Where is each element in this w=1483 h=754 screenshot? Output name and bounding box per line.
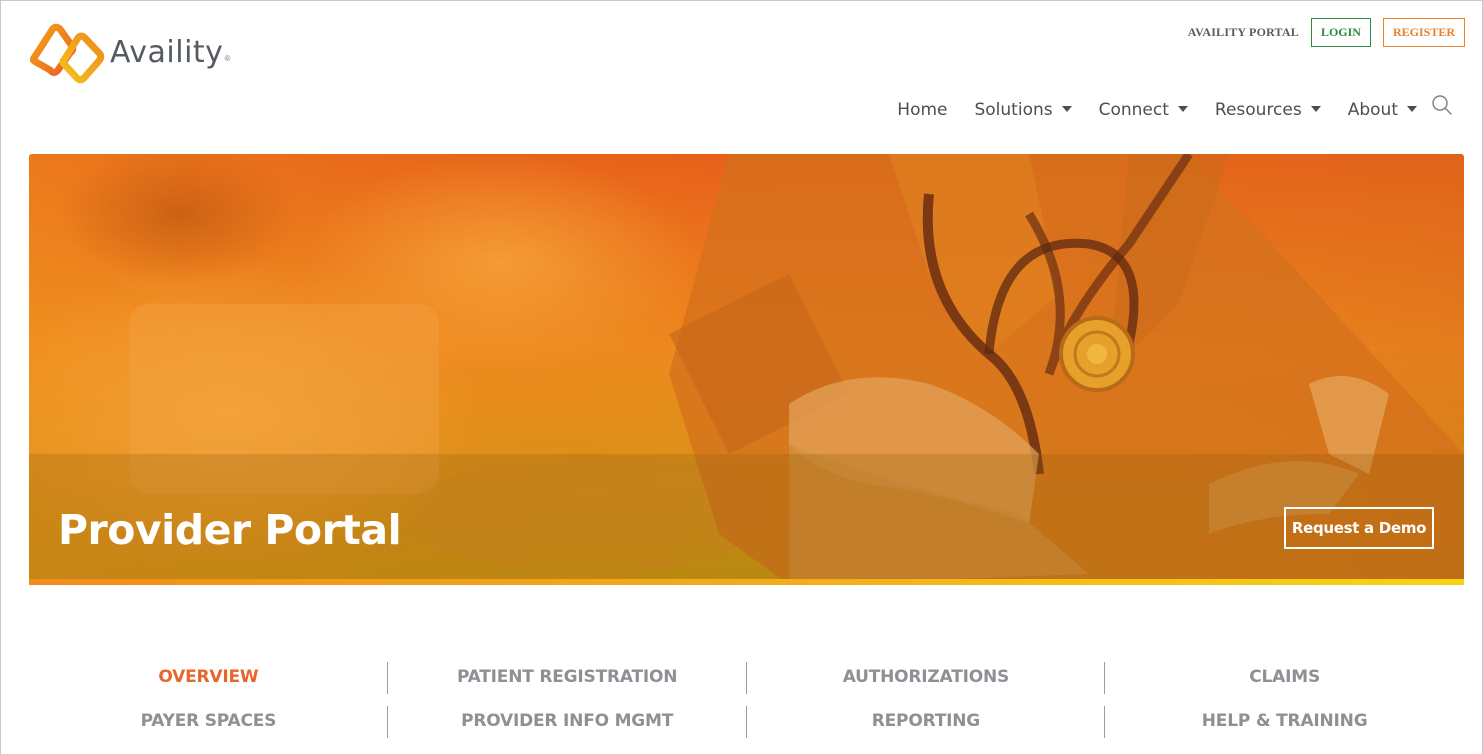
caret-down-icon	[1061, 106, 1072, 112]
tab-row-2: PAYER SPACES PROVIDER INFO MGMT REPORTIN…	[29, 699, 1464, 743]
brand-name: Availity	[110, 34, 224, 70]
nav-home[interactable]: Home	[897, 100, 947, 120]
caret-down-icon	[1177, 106, 1188, 112]
main-nav: Home Solutions Connect Resources About	[870, 95, 1453, 120]
availity-portal-link[interactable]: AVAILITY PORTAL	[1188, 25, 1299, 40]
tab-help-training[interactable]: HELP & TRAINING	[1105, 711, 1464, 731]
availity-logo-icon	[30, 23, 105, 84]
tab-authorizations[interactable]: AUTHORIZATIONS	[747, 662, 1106, 694]
nav-connect[interactable]: Connect	[1099, 100, 1188, 120]
login-button[interactable]: LOGIN	[1310, 18, 1371, 47]
search-icon[interactable]	[1431, 94, 1453, 116]
tab-claims[interactable]: CLAIMS	[1105, 667, 1464, 687]
nav-home-label: Home	[897, 100, 948, 120]
nav-resources-label: Resources	[1214, 100, 1302, 120]
hero-banner: Provider Portal Request a Demo	[29, 154, 1464, 585]
registered-mark: ®	[224, 53, 231, 63]
register-button[interactable]: REGISTER	[1382, 18, 1465, 47]
caret-down-icon	[1407, 106, 1417, 112]
tab-provider-info-mgmt[interactable]: PROVIDER INFO MGMT	[388, 706, 747, 738]
tab-row-1: OVERVIEW PATIENT REGISTRATION AUTHORIZAT…	[29, 655, 1464, 699]
tab-patient-registration[interactable]: PATIENT REGISTRATION	[388, 662, 747, 694]
utility-bar: AVAILITY PORTAL LOGIN REGISTER	[1188, 18, 1465, 47]
tab-payer-spaces[interactable]: PAYER SPACES	[29, 706, 388, 738]
tab-reporting[interactable]: REPORTING	[747, 706, 1106, 738]
section-tabs: OVERVIEW PATIENT REGISTRATION AUTHORIZAT…	[29, 655, 1464, 743]
request-demo-button[interactable]: Request a Demo	[1284, 507, 1434, 549]
hero-title: Provider Portal	[58, 506, 402, 554]
nav-resources[interactable]: Resources	[1215, 100, 1321, 120]
nav-connect-label: Connect	[1098, 100, 1169, 120]
nav-about-label: About	[1347, 100, 1398, 120]
hero-accent-bar	[29, 579, 1464, 585]
caret-down-icon	[1310, 106, 1321, 112]
tab-overview[interactable]: OVERVIEW	[29, 662, 388, 694]
nav-about[interactable]: About	[1348, 100, 1417, 120]
nav-solutions-label: Solutions	[974, 100, 1053, 120]
availity-logo[interactable]: Availity ®	[30, 20, 231, 84]
nav-solutions[interactable]: Solutions	[974, 100, 1072, 120]
